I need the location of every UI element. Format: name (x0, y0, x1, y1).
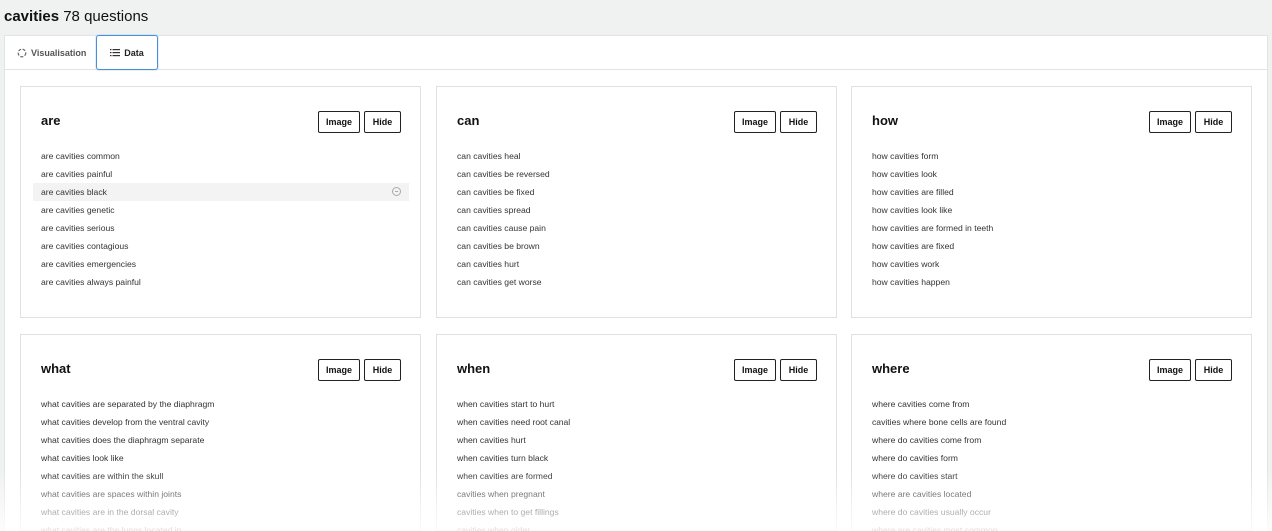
question-list: what cavities are separated by the diaph… (33, 395, 409, 531)
question-item[interactable]: are cavities contagious (33, 237, 409, 255)
view-tabs: Visualisation Data (5, 35, 1267, 70)
question-item[interactable]: what cavities develop from the ventral c… (33, 413, 409, 431)
question-item[interactable]: are cavities painful (33, 165, 409, 183)
question-item[interactable]: where do cavities come from (864, 431, 1240, 449)
search-term: cavities (4, 8, 60, 25)
question-list: where cavities come from cavities where … (864, 395, 1240, 531)
question-item[interactable]: are cavities always painful (33, 273, 409, 291)
question-item[interactable]: can cavities spread (449, 201, 825, 219)
question-item[interactable]: what cavities are the lungs located in (33, 521, 409, 531)
question-item[interactable]: how cavities look like (864, 201, 1240, 219)
question-item[interactable]: how cavities are filled (864, 183, 1240, 201)
question-item[interactable]: where do cavities form (864, 449, 1240, 467)
image-button[interactable]: Image (734, 111, 776, 133)
hide-button[interactable]: Hide (780, 359, 817, 381)
question-item-hovered[interactable]: are cavities black (33, 183, 409, 201)
tab-data[interactable]: Data (96, 35, 158, 70)
question-item[interactable]: where are cavities located (864, 485, 1240, 503)
question-list: can cavities heal can cavities be revers… (449, 147, 825, 291)
question-item[interactable]: cavities when pregnant (449, 485, 825, 503)
question-item[interactable]: how cavities form (864, 147, 1240, 165)
card-where: where Image Hide where cavities come fro… (851, 334, 1252, 531)
card-are: are Image Hide are cavities common are c… (20, 86, 421, 318)
question-item[interactable]: can cavities heal (449, 147, 825, 165)
question-item[interactable]: are cavities common (33, 147, 409, 165)
question-item[interactable]: what cavities are within the skull (33, 467, 409, 485)
question-item[interactable]: when cavities need root canal (449, 413, 825, 431)
hide-button[interactable]: Hide (1195, 111, 1232, 133)
question-item[interactable]: how cavities work (864, 255, 1240, 273)
image-button[interactable]: Image (1149, 359, 1191, 381)
question-item[interactable]: can cavities hurt (449, 255, 825, 273)
question-item[interactable]: what cavities are separated by the diaph… (33, 395, 409, 413)
card-heading: how (872, 113, 898, 128)
card-can: can Image Hide can cavities heal can cav… (436, 86, 837, 318)
hide-button[interactable]: Hide (780, 111, 817, 133)
image-button[interactable]: Image (734, 359, 776, 381)
tab-data-label: Data (124, 47, 144, 58)
question-item[interactable]: are cavities genetic (33, 201, 409, 219)
question-item[interactable]: when cavities hurt (449, 431, 825, 449)
question-item[interactable]: cavities where bone cells are found (864, 413, 1240, 431)
card-when: when Image Hide when cavities start to h… (436, 334, 837, 531)
question-list: are cavities common are cavities painful… (33, 147, 409, 291)
question-item[interactable]: can cavities get worse (449, 273, 825, 291)
question-item[interactable]: how cavities happen (864, 273, 1240, 291)
tab-visualisation-label: Visualisation (31, 48, 87, 58)
question-item[interactable]: where do cavities usually occur (864, 503, 1240, 521)
question-item[interactable]: cavities when to get fillings (449, 503, 825, 521)
image-button[interactable]: Image (318, 359, 360, 381)
page-title: cavities 78 questions (4, 8, 148, 25)
card-heading: are (41, 113, 61, 128)
image-button[interactable]: Image (318, 111, 360, 133)
tab-visualisation[interactable]: Visualisation (17, 36, 86, 70)
remove-icon[interactable] (392, 187, 401, 196)
question-item[interactable]: can cavities be fixed (449, 183, 825, 201)
question-item[interactable]: when cavities are formed (449, 467, 825, 485)
question-item[interactable]: how cavities are fixed (864, 237, 1240, 255)
question-item[interactable]: what cavities are in the dorsal cavity (33, 503, 409, 521)
question-item[interactable]: when cavities start to hurt (449, 395, 825, 413)
question-item[interactable]: how cavities look (864, 165, 1240, 183)
image-button[interactable]: Image (1149, 111, 1191, 133)
question-item[interactable]: what cavities look like (33, 449, 409, 467)
list-icon (110, 48, 121, 57)
card-heading: when (457, 361, 491, 376)
hide-button[interactable]: Hide (1195, 359, 1232, 381)
card-heading: where (872, 361, 910, 376)
question-item[interactable]: can cavities cause pain (449, 219, 825, 237)
card-heading: can (457, 113, 480, 128)
question-item[interactable]: cavities when older (449, 521, 825, 531)
question-item[interactable]: what cavities are spaces within joints (33, 485, 409, 503)
question-item[interactable]: can cavities be reversed (449, 165, 825, 183)
question-item[interactable]: where are cavities most common (864, 521, 1240, 531)
question-item[interactable]: how cavities are formed in teeth (864, 219, 1240, 237)
card-heading: what (41, 361, 71, 376)
question-list: how cavities form how cavities look how … (864, 147, 1240, 291)
question-item[interactable]: are cavities emergencies (33, 255, 409, 273)
spinner-icon (17, 48, 27, 58)
question-item[interactable]: where cavities come from (864, 395, 1240, 413)
question-item[interactable]: where do cavities start (864, 467, 1240, 485)
question-item[interactable]: when cavities turn black (449, 449, 825, 467)
question-item[interactable]: what cavities does the diaphragm separat… (33, 431, 409, 449)
question-text: are cavities black (41, 187, 107, 197)
card-what: what Image Hide what cavities are separa… (20, 334, 421, 531)
question-item[interactable]: are cavities serious (33, 219, 409, 237)
hide-button[interactable]: Hide (364, 111, 401, 133)
question-count: 78 questions (63, 8, 149, 25)
question-item[interactable]: can cavities be brown (449, 237, 825, 255)
question-list: when cavities start to hurt when cavitie… (449, 395, 825, 531)
hide-button[interactable]: Hide (364, 359, 401, 381)
card-how: how Image Hide how cavities form how cav… (851, 86, 1252, 318)
